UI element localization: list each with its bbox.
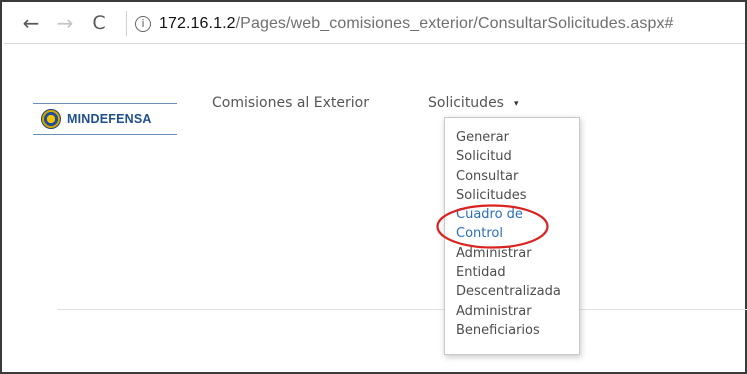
nav-solicitudes-dropdown[interactable]: Solicitudes ▾ [428, 95, 519, 111]
info-icon[interactable]: i [135, 15, 151, 32]
menu-generar-solicitud-line2[interactable]: Solicitud [456, 147, 579, 166]
browser-toolbar: ← → C i 172.16.1.2/Pages/web_comisiones_… [4, 4, 745, 44]
url-path: /Pages/web_comisiones_exterior/Consultar… [235, 14, 674, 32]
menu-administrar-entidad-line3[interactable]: Descentralizada [456, 282, 579, 301]
solicitudes-dropdown-menu: Generar Solicitud Consultar Solicitudes … [444, 117, 580, 355]
reload-icon[interactable]: C [88, 12, 110, 34]
coat-of-arms-icon [41, 109, 61, 129]
url-text[interactable]: 172.16.1.2/Pages/web_comisiones_exterior… [159, 15, 674, 33]
menu-generar-solicitud-line1[interactable]: Generar [456, 128, 579, 147]
mindefensa-logo[interactable]: MINDEFENSA [33, 103, 177, 135]
logo-text: MINDEFENSA [67, 112, 152, 126]
forward-arrow-icon[interactable]: → [54, 11, 76, 35]
menu-administrar-beneficiarios-line2[interactable]: Beneficiarios [456, 321, 579, 340]
menu-cuadro-de-control-line1[interactable]: Cuadro de [456, 205, 579, 224]
menu-consultar-solicitudes-line2[interactable]: Solicitudes [456, 186, 579, 205]
back-arrow-icon[interactable]: ← [20, 11, 42, 35]
url-host: 172.16.1.2 [159, 14, 236, 32]
menu-administrar-entidad-line1[interactable]: Administrar [456, 244, 579, 263]
menu-consultar-solicitudes-line1[interactable]: Consultar [456, 167, 579, 186]
menu-administrar-entidad-line2[interactable]: Entidad [456, 263, 579, 282]
nav-solicitudes-label: Solicitudes [428, 95, 504, 111]
content-divider [57, 309, 747, 310]
caret-down-icon: ▾ [513, 99, 519, 109]
menu-administrar-beneficiarios-line1[interactable]: Administrar [456, 302, 579, 321]
screenshot-frame: ← → C i 172.16.1.2/Pages/web_comisiones_… [0, 0, 747, 374]
address-bar[interactable]: i 172.16.1.2/Pages/web_comisiones_exteri… [126, 11, 738, 36]
menu-cuadro-de-control-line2[interactable]: Control [456, 224, 579, 243]
nav-comisiones-al-exterior[interactable]: Comisiones al Exterior [212, 95, 369, 111]
